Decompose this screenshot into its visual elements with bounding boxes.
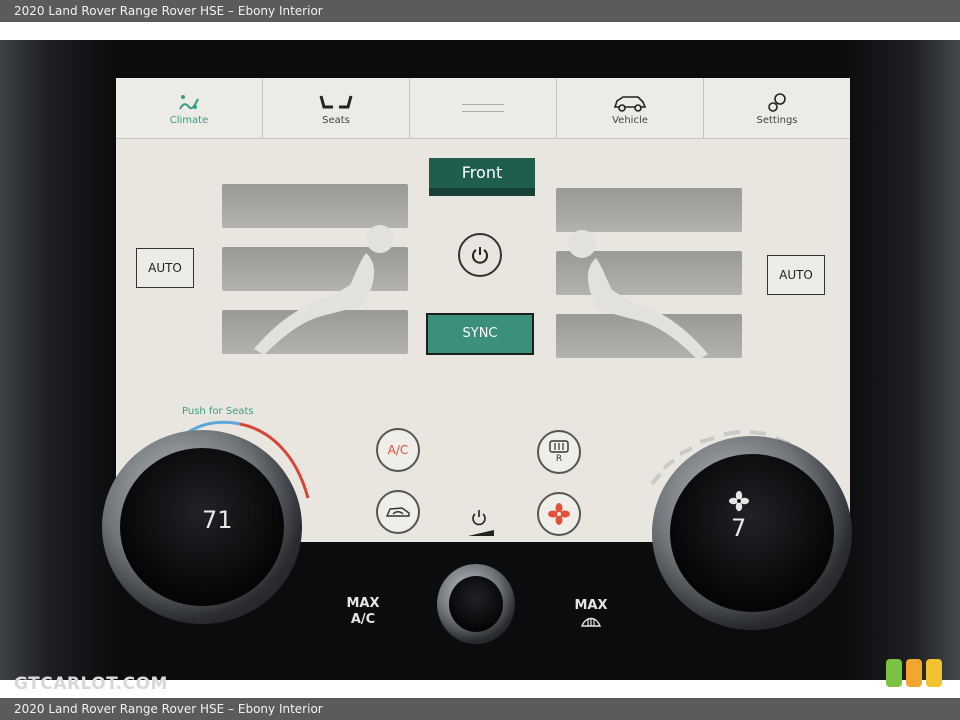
fan-button[interactable] bbox=[537, 492, 581, 536]
auto-left-button[interactable]: AUTO bbox=[136, 248, 194, 288]
right-seat-figure-icon bbox=[568, 230, 708, 360]
rear-label: R bbox=[555, 454, 563, 464]
max-defrost-button[interactable]: MAX bbox=[566, 598, 616, 635]
left-seat-figure-icon bbox=[254, 225, 394, 355]
rear-defrost-icon bbox=[549, 440, 569, 453]
tab-drawer[interactable] bbox=[410, 78, 557, 138]
drawer-handle-icon bbox=[462, 104, 504, 112]
auto-right-button[interactable]: AUTO bbox=[767, 255, 825, 295]
ac-button[interactable]: A/C bbox=[376, 428, 420, 472]
fan-icon bbox=[548, 503, 570, 525]
right-fan-value: 7 bbox=[731, 514, 747, 542]
tab-vehicle-label: Vehicle bbox=[612, 114, 648, 126]
climate-icon bbox=[177, 91, 201, 115]
tab-climate-label: Climate bbox=[169, 114, 209, 126]
tab-seats[interactable]: Seats bbox=[263, 78, 410, 138]
max-defrost-label: MAX bbox=[574, 598, 608, 613]
max-ac-label-bottom: A/C bbox=[350, 612, 376, 627]
right-fan-dial[interactable] bbox=[652, 436, 852, 630]
ac-label: A/C bbox=[387, 443, 409, 457]
center-rotary-knob[interactable] bbox=[437, 564, 515, 644]
recirculation-icon bbox=[385, 507, 410, 517]
vehicle-icon bbox=[612, 91, 648, 115]
power-icon bbox=[472, 247, 488, 264]
seats-icon bbox=[318, 91, 354, 115]
max-ac-label-top: MAX bbox=[346, 596, 380, 611]
green-badge bbox=[886, 659, 902, 687]
max-ac-button[interactable]: MAX A/C bbox=[338, 596, 388, 628]
standby-power-icon bbox=[468, 510, 494, 536]
right-dial-face bbox=[670, 454, 834, 612]
recirculation-button[interactable] bbox=[376, 490, 420, 534]
left-upper-vent-zone[interactable] bbox=[222, 184, 408, 228]
front-defrost-icon bbox=[580, 617, 602, 627]
settings-icon bbox=[764, 91, 790, 115]
front-zone-tab[interactable]: Front bbox=[429, 158, 535, 196]
center-knob-face bbox=[449, 576, 503, 632]
rear-defrost-button[interactable]: R bbox=[537, 430, 581, 474]
tab-seats-label: Seats bbox=[322, 114, 350, 126]
yellow-badge bbox=[926, 659, 942, 687]
gtcarlot-watermark: GTCARLOT.COM bbox=[14, 674, 168, 694]
climate-power-button[interactable] bbox=[458, 233, 502, 277]
orange-badge bbox=[906, 659, 922, 687]
caption-bottom: 2020 Land Rover Range Rover HSE – Ebony … bbox=[0, 698, 960, 720]
tab-settings[interactable]: Settings bbox=[704, 78, 850, 138]
sync-button[interactable]: SYNC bbox=[426, 313, 534, 355]
tab-climate[interactable]: Climate bbox=[116, 78, 263, 138]
tab-vehicle[interactable]: Vehicle bbox=[557, 78, 704, 138]
tab-settings-label: Settings bbox=[756, 114, 798, 126]
left-temperature-value: 71 bbox=[202, 506, 233, 534]
dashboard-photo: Climate Seats Vehicle Settings Front SYN… bbox=[0, 40, 960, 680]
right-upper-vent-zone[interactable] bbox=[556, 188, 742, 232]
caption-top: 2020 Land Rover Range Rover HSE – Ebony … bbox=[0, 0, 960, 22]
tab-bar: Climate Seats Vehicle Settings bbox=[116, 78, 850, 139]
dial-fan-icon bbox=[728, 490, 750, 512]
